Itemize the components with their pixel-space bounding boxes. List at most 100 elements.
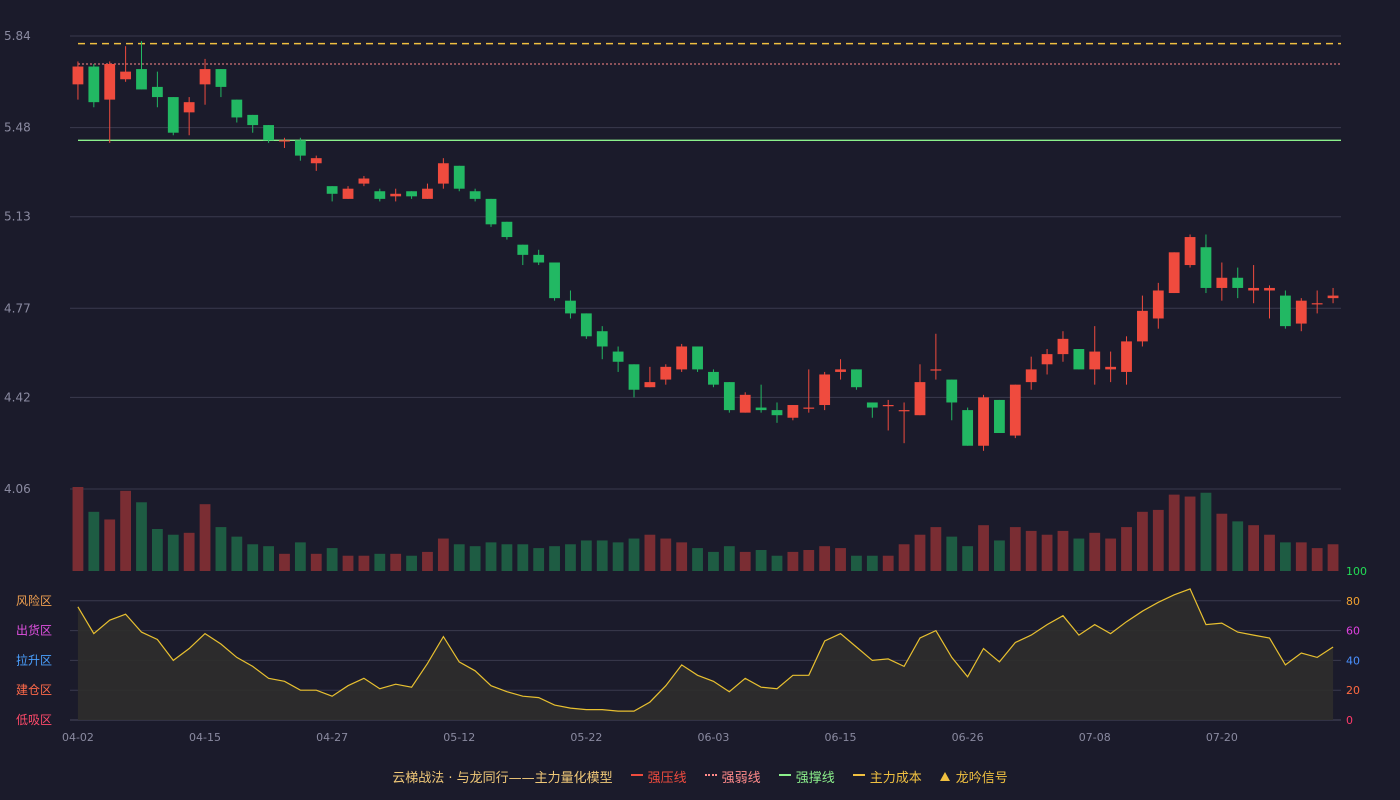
volume-bar bbox=[247, 544, 259, 571]
legend-title: 云梯战法 · 与龙同行——主力量化模型 bbox=[392, 767, 612, 786]
candle-body bbox=[660, 366, 672, 380]
legend-title-text: 云梯战法 · 与龙同行——主力量化模型 bbox=[392, 770, 613, 786]
volume-bar bbox=[1216, 513, 1228, 571]
volume-bar bbox=[1152, 509, 1164, 571]
candle-body bbox=[88, 66, 100, 103]
candle-body bbox=[755, 407, 767, 411]
volume-bar bbox=[930, 527, 942, 571]
candle-body bbox=[469, 191, 481, 199]
volume-bar bbox=[167, 534, 179, 571]
volume-bar bbox=[517, 544, 529, 571]
volume-bar bbox=[628, 538, 640, 571]
candle-body bbox=[628, 364, 640, 390]
candle-body bbox=[453, 165, 465, 189]
candle-body bbox=[1041, 354, 1053, 365]
candle-body bbox=[437, 163, 449, 184]
volume-bar bbox=[1009, 527, 1021, 571]
right-tick-label: 20 bbox=[1346, 684, 1360, 697]
candle-body bbox=[723, 382, 735, 411]
candle-body bbox=[1264, 287, 1275, 291]
volume-bar bbox=[819, 546, 831, 571]
y-tick-label: 5.13 bbox=[4, 210, 31, 224]
candle-body bbox=[390, 193, 402, 197]
candle-body bbox=[215, 69, 227, 87]
candle-body bbox=[549, 262, 560, 299]
candle-body bbox=[1216, 277, 1228, 288]
y-tick-label: 4.77 bbox=[4, 301, 31, 315]
candle-body bbox=[898, 410, 910, 412]
dashed-line-icon bbox=[852, 774, 865, 776]
candle-body bbox=[1248, 287, 1260, 291]
candle-body bbox=[565, 300, 576, 314]
zone-label: 建仓区 bbox=[16, 683, 52, 697]
volume-bar bbox=[422, 551, 433, 571]
candle-body bbox=[708, 371, 719, 385]
volume-bar bbox=[485, 542, 497, 571]
volume-bar bbox=[1248, 525, 1260, 571]
legend-item-strong-support[interactable]: 强撑线 bbox=[778, 767, 835, 786]
candle-body bbox=[1089, 351, 1101, 370]
volume-bar bbox=[1168, 494, 1180, 571]
volume-bar bbox=[1184, 496, 1196, 571]
volume-bar bbox=[882, 555, 894, 571]
volume-bar bbox=[723, 546, 735, 571]
candle-body bbox=[247, 114, 259, 126]
right-tick-label: 80 bbox=[1346, 595, 1360, 608]
candle-body bbox=[882, 405, 894, 407]
volume-bar bbox=[1311, 548, 1323, 571]
volume-bar bbox=[183, 532, 195, 571]
candle-body bbox=[612, 351, 624, 362]
volume-bar bbox=[835, 548, 846, 571]
candle-body bbox=[978, 397, 989, 446]
volume-bar bbox=[612, 542, 624, 571]
x-tick-label: 04-27 bbox=[316, 731, 348, 744]
volume-bar bbox=[437, 538, 449, 571]
legend-item-main-cost[interactable]: 主力成本 bbox=[852, 767, 922, 786]
zone-label: 出货区 bbox=[16, 623, 52, 638]
zone-label: 低吸区 bbox=[16, 713, 52, 727]
candle-body bbox=[358, 178, 370, 184]
legend-item-dragon-signal[interactable]: 龙吟信号 bbox=[939, 767, 1008, 786]
candle-body bbox=[994, 399, 1005, 434]
volume-bar bbox=[310, 553, 322, 571]
x-tick-label: 04-15 bbox=[189, 731, 221, 744]
volume-bar bbox=[374, 553, 386, 571]
candle-body bbox=[104, 63, 116, 100]
candle-body bbox=[580, 313, 592, 337]
solid-line-icon bbox=[778, 774, 791, 776]
volume-bar bbox=[453, 544, 465, 571]
volume-bar bbox=[866, 555, 878, 571]
volume-bar bbox=[898, 544, 910, 571]
volume-bar bbox=[1200, 492, 1212, 571]
candle-body bbox=[294, 140, 306, 156]
volume-bar bbox=[946, 536, 958, 571]
candle-body bbox=[946, 379, 958, 403]
volume-bar bbox=[390, 553, 402, 571]
volume-bar bbox=[231, 536, 243, 571]
candle-body bbox=[326, 186, 338, 194]
volume-bar bbox=[533, 548, 545, 571]
legend-label: 主力成本 bbox=[869, 770, 922, 786]
x-tick-label: 06-26 bbox=[952, 731, 984, 744]
candle-body bbox=[72, 66, 84, 85]
quant-chart: 5.84 5.48 5.13 4.77 4.42 4.06 风险区出货区拉升区建仓区低吸区… bbox=[0, 0, 1400, 800]
y-tick-label: 4.06 bbox=[4, 482, 31, 496]
volume-bar bbox=[199, 504, 211, 571]
volume-bar bbox=[1025, 530, 1037, 571]
volume-bar bbox=[104, 519, 116, 571]
triangle-icon bbox=[939, 771, 950, 781]
legend-item-strong-pressure[interactable]: 强压线 bbox=[630, 767, 687, 786]
candle-body bbox=[279, 140, 290, 142]
candle-body bbox=[1057, 338, 1069, 355]
legend-item-strength-line[interactable]: 强弱线 bbox=[704, 767, 761, 786]
volume-bar bbox=[596, 540, 608, 571]
candle bbox=[549, 262, 560, 301]
candle-body bbox=[1184, 237, 1196, 266]
candle-body bbox=[962, 410, 974, 446]
volume-bar bbox=[1105, 538, 1117, 571]
volume-bar bbox=[151, 529, 163, 571]
volume-bar bbox=[326, 548, 338, 571]
volume-bar bbox=[1057, 530, 1069, 571]
candle bbox=[994, 399, 1005, 434]
volume-bar bbox=[1073, 538, 1085, 571]
